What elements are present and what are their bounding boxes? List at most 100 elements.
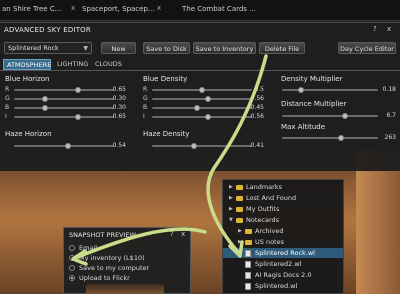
haze-horizon-knob[interactable] xyxy=(64,143,71,149)
tab-close-icon[interactable]: x xyxy=(157,4,161,12)
blue-density-i-knob[interactable] xyxy=(204,114,211,120)
world-tab-bar: an Shire Tree C... x Spaceport, Spacep..… xyxy=(0,0,400,21)
folder-icon xyxy=(245,229,252,234)
sky-preset-dropdown[interactable]: Splintered Rock ▼ xyxy=(4,42,92,54)
expand-down-icon[interactable]: ▼ xyxy=(229,215,233,225)
blue-horizon-i-track[interactable] xyxy=(14,116,114,118)
density-multiplier-track[interactable] xyxy=(282,89,378,91)
blue-horizon-g-knob[interactable] xyxy=(42,96,49,102)
haze-horizon-title: Haze Horizon xyxy=(5,130,52,138)
snapshot-option-label[interactable]: My inventory (L$10) xyxy=(79,254,145,262)
inventory-item-label: Archived xyxy=(255,227,284,235)
blue-density-i-track[interactable] xyxy=(152,116,252,118)
blue-horizon-b-track[interactable] xyxy=(14,107,114,109)
inventory-item[interactable]: ▶ My Outfits xyxy=(223,204,343,214)
save-to-disk-button[interactable]: Save to Disk xyxy=(143,42,190,54)
expand-right-icon[interactable]: ▶ xyxy=(238,226,242,236)
haze-density-track[interactable] xyxy=(152,145,252,147)
folder-icon xyxy=(236,207,243,212)
blue-horizon-r-track[interactable] xyxy=(14,89,114,91)
blue-density-r-knob[interactable] xyxy=(199,87,205,93)
snapshot-option-label[interactable]: Save to my computer xyxy=(79,264,149,272)
expand-right-icon[interactable]: ▶ xyxy=(229,204,233,214)
snapshot-option-radio[interactable] xyxy=(69,275,75,281)
save-to-inventory-button[interactable]: Save to Inventory xyxy=(193,42,256,54)
snapshot-option-radio[interactable] xyxy=(69,265,75,271)
inventory-item-label: Splintered2.wl xyxy=(255,260,302,268)
blue-horizon-b-knob[interactable] xyxy=(42,105,49,111)
inventory-item[interactable]: Splintered.wl xyxy=(223,281,343,291)
density-multiplier-knob[interactable] xyxy=(298,87,305,93)
blue-density-g-label: G xyxy=(143,95,148,102)
distance-multiplier-title: Distance Multiplier xyxy=(281,100,347,108)
haze-density-knob[interactable] xyxy=(190,143,197,149)
delete-file-button[interactable]: Delete File xyxy=(259,42,305,54)
close-icon[interactable]: x xyxy=(387,25,391,33)
tab-atmosphere[interactable]: ATMOSPHERE xyxy=(3,59,51,70)
density-multiplier-title: Density Multiplier xyxy=(281,75,343,83)
haze-density-title: Haze Density xyxy=(143,130,190,138)
max-altitude-value: 263 xyxy=(384,134,396,141)
blue-horizon-i-label: I xyxy=(5,113,7,120)
new-button[interactable]: New xyxy=(101,42,136,54)
expand-right-icon[interactable]: ▶ xyxy=(229,182,233,192)
folder-icon xyxy=(236,185,243,190)
blue-density-b-label: B xyxy=(143,104,148,111)
inventory-item[interactable]: ▶ Archived xyxy=(223,226,343,236)
notecard-icon xyxy=(245,261,251,268)
blue-density-g-track[interactable] xyxy=(152,98,252,100)
blue-density-g-knob[interactable] xyxy=(204,96,211,102)
tab-spaceport[interactable]: Spaceport, Spacep... xyxy=(82,5,155,13)
close-icon[interactable]: x xyxy=(181,230,185,238)
blue-density-i-value: 0.56 xyxy=(250,113,264,120)
inventory-item-label: Splintered Rock.wl xyxy=(255,249,315,257)
world-view-right xyxy=(356,150,400,294)
blue-horizon-g-track[interactable] xyxy=(14,98,114,100)
max-altitude-track[interactable] xyxy=(282,137,378,139)
blue-horizon-i-knob[interactable] xyxy=(75,114,82,120)
tab-close-icon[interactable]: x xyxy=(71,4,75,12)
expand-right-icon[interactable]: ▶ xyxy=(229,193,233,203)
snapshot-option-label[interactable]: Email xyxy=(79,244,97,252)
inventory-item[interactable]: ▶ Landmarks xyxy=(223,182,343,192)
inventory-item[interactable]: ▶ Lost And Found xyxy=(223,193,343,203)
snapshot-thumbnail xyxy=(86,284,164,294)
tab-clouds[interactable]: CLOUDS xyxy=(92,59,126,70)
blue-density-b-track[interactable] xyxy=(152,107,252,109)
tab-combat-cards[interactable]: The Combat Cards ... xyxy=(182,5,256,13)
max-altitude-knob[interactable] xyxy=(337,135,344,141)
snapshot-option-label[interactable]: Upload to Flickr xyxy=(79,274,130,282)
distance-multiplier-knob[interactable] xyxy=(342,113,349,119)
expand-right-icon[interactable]: ▶ xyxy=(238,237,242,247)
blue-density-b-knob[interactable] xyxy=(194,105,201,111)
folder-icon xyxy=(236,196,243,201)
blue-horizon-r-knob[interactable] xyxy=(75,87,82,93)
editor-title: ADVANCED SKY EDITOR xyxy=(4,26,91,34)
help-icon[interactable]: ? xyxy=(373,25,377,33)
blue-horizon-r-label: R xyxy=(5,86,10,93)
haze-density-value: 0.41 xyxy=(250,142,264,149)
snapshot-option-radio[interactable] xyxy=(69,245,75,251)
inventory-item-label: Splintered.wl xyxy=(255,282,298,290)
day-cycle-editor-button[interactable]: Day Cycle Editor xyxy=(338,42,396,54)
distance-multiplier-track[interactable] xyxy=(282,115,378,117)
inventory-item[interactable]: AI Ragis Docs 2.0 xyxy=(223,270,343,280)
inventory-item[interactable]: Splintered2.wl xyxy=(223,259,343,269)
inventory-item[interactable]: Splintered Rock.wl xyxy=(223,248,343,258)
blue-horizon-b-value: 0.30 xyxy=(112,104,126,111)
help-icon[interactable]: ? xyxy=(170,230,174,238)
snapshot-option-radio[interactable] xyxy=(69,255,75,261)
tab-lighting[interactable]: LIGHTING xyxy=(54,59,90,70)
blue-density-i-label: I xyxy=(143,113,145,120)
inventory-item-label: US notes xyxy=(255,238,284,246)
blue-density-r-label: R xyxy=(143,86,148,93)
inventory-item[interactable]: ▼ Notecards xyxy=(223,215,343,225)
haze-horizon-value: 0.54 xyxy=(112,142,126,149)
blue-density-title: Blue Density xyxy=(143,75,188,83)
inventory-item[interactable]: ▶ US notes xyxy=(223,237,343,247)
blue-density-g-value: 0.56 xyxy=(250,95,264,102)
chevron-down-icon: ▼ xyxy=(83,45,88,52)
density-multiplier-value: 0.18 xyxy=(382,86,396,93)
tab-shire-tree[interactable]: an Shire Tree C... xyxy=(2,5,61,13)
folder-icon xyxy=(236,218,243,223)
